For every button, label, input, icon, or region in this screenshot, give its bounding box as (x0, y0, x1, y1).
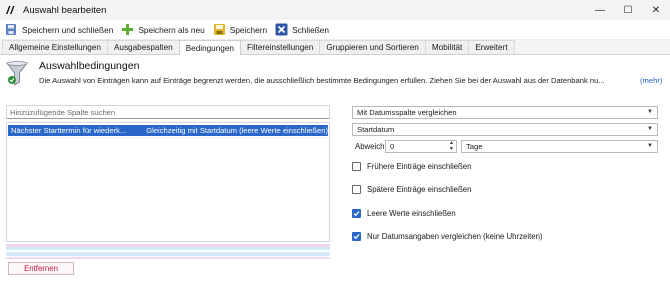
close-window-icon: ✕ (651, 4, 661, 16)
save-as-new-button[interactable]: Speichern als neu (118, 21, 207, 39)
add-icon (121, 23, 134, 36)
conditions-header: Auswahlbedingungen Die Auswahl von Eintr… (0, 56, 670, 96)
condition-text: Gleichzeitig mit Startdatum (leere Werte… (146, 126, 328, 135)
maximize-icon: ☐ (623, 4, 633, 16)
checkbox-box[interactable] (352, 162, 361, 171)
checkbox-box[interactable] (352, 185, 361, 194)
unit-select-value: Tage (466, 142, 483, 151)
deviation-value: 0 (390, 142, 395, 151)
checkbox-label: Nur Datumsangaben vergleichen (keine Uhr… (367, 232, 543, 241)
condition-column: Nächster Starttermin für wiederk... (11, 126, 127, 135)
tab-general-settings[interactable]: Allgemeine Einstellungen (2, 40, 108, 54)
close-icon (275, 23, 288, 36)
checkbox-box-checked[interactable] (352, 209, 361, 218)
save-and-close-label: Speichern und schließen (22, 24, 114, 35)
checkbox-label: Frühere Einträge einschließen (367, 162, 472, 171)
condition-list[interactable]: Nächster Starttermin für wiederk... Glei… (6, 122, 330, 242)
close-label: Schließen (292, 24, 330, 35)
close-button[interactable]: Schließen (272, 21, 332, 39)
divider (6, 247, 330, 250)
window-title: Auswahl bearbeiten (23, 4, 107, 16)
include-earlier-checkbox[interactable]: Frühere Einträge einschließen (352, 161, 471, 172)
tab-mobility[interactable]: Mobilität (424, 40, 470, 54)
toolbar: Speichern und schließen Speichern als ne… (0, 20, 670, 40)
minimize-button[interactable]: — (586, 0, 614, 20)
save-and-close-button[interactable]: Speichern und schließen (2, 21, 116, 39)
deviation-stepper[interactable]: 0 ▲ ▼ (385, 140, 457, 153)
include-later-checkbox[interactable]: Spätere Einträge einschließen (352, 184, 471, 195)
tab-strip: Allgemeine Einstellungen Ausgabespalten … (0, 40, 670, 55)
list-item[interactable]: Nächster Starttermin für wiederk... Glei… (8, 125, 328, 136)
minimize-icon: — (595, 4, 605, 16)
save-as-new-label: Speichern als neu (138, 24, 205, 35)
chevron-down-icon: ▼ (647, 109, 653, 115)
mode-select-value: Mit Datumsspalte vergleichen (357, 108, 457, 117)
close-window-button[interactable]: ✕ (642, 0, 670, 20)
save-icon (213, 23, 226, 36)
divider (6, 252, 330, 256)
funnel-icon (6, 60, 28, 86)
divider (6, 257, 330, 259)
page-title: Auswahlbedingungen (39, 60, 140, 72)
checkbox-label: Spätere Einträge einschließen (367, 185, 472, 194)
tab-conditions[interactable]: Bedingungen (178, 40, 241, 55)
chevron-down-icon: ▼ (647, 126, 653, 132)
maximize-button[interactable]: ☐ (614, 0, 642, 20)
date-only-checkbox[interactable]: Nur Datumsangaben vergleichen (keine Uhr… (352, 231, 543, 242)
save-label: Speichern (229, 24, 268, 35)
app-logo-icon (2, 0, 20, 20)
mode-select[interactable]: Mit Datumsspalte vergleichen ▼ (352, 106, 658, 119)
tab-group-sort[interactable]: Gruppieren und Sortieren (319, 40, 426, 54)
include-empty-checkbox[interactable]: Leere Werte einschließen (352, 208, 456, 219)
column-search-input[interactable]: Hinzuzufügende Spalte suchen (6, 105, 330, 119)
checkmark-icon (353, 211, 360, 217)
remove-button[interactable]: Entfernen (8, 262, 74, 275)
checkbox-box-checked[interactable] (352, 232, 361, 241)
checkmark-icon (353, 234, 360, 240)
chevron-down-icon: ▼ (647, 143, 653, 149)
more-link[interactable]: (mehr) (640, 76, 662, 85)
tab-advanced[interactable]: Erweitert (468, 40, 515, 54)
save-button[interactable]: Speichern (210, 21, 270, 39)
date-column-select[interactable]: Startdatum ▼ (352, 123, 658, 136)
title-bar: Auswahl bearbeiten — ☐ ✕ (0, 0, 670, 20)
tab-output-columns[interactable]: Ausgabespalten (106, 40, 180, 54)
page-description: Die Auswahl von Einträgen kann auf Eintr… (39, 76, 605, 85)
date-column-value: Startdatum (357, 125, 395, 134)
tab-filter-settings[interactable]: Filtereinstellungen (239, 40, 321, 54)
divider (8, 137, 328, 138)
checkbox-label: Leere Werte einschließen (367, 209, 456, 218)
unit-select[interactable]: Tage ▼ (461, 140, 658, 153)
save-close-icon (5, 23, 18, 36)
stepper-arrows-icon[interactable]: ▲ ▼ (449, 140, 454, 152)
